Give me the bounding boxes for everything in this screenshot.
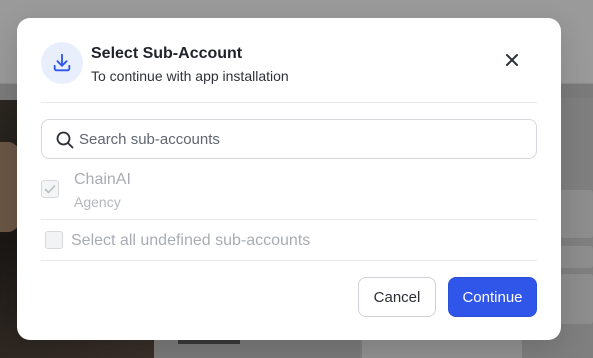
modal-subtitle: To continue with app installation (91, 68, 289, 84)
continue-button[interactable]: Continue (448, 277, 537, 317)
background-card (560, 190, 593, 238)
check-icon (44, 185, 56, 194)
search-input[interactable] (79, 126, 519, 152)
list-divider (41, 219, 537, 220)
modal-title: Select Sub-Account (91, 45, 243, 62)
account-name: ChainAI (74, 171, 131, 188)
header-divider (41, 102, 537, 103)
account-checkbox-chainai[interactable] (41, 180, 59, 198)
download-tray-icon (41, 42, 83, 84)
footer-divider (41, 260, 537, 261)
search-box (41, 119, 537, 159)
select-sub-account-modal: Select Sub-Account To continue with app … (17, 18, 561, 340)
close-button[interactable] (500, 48, 524, 72)
search-icon (55, 130, 75, 150)
background-card (560, 246, 593, 268)
select-all-label: Select all undefined sub-accounts (71, 232, 311, 249)
background-card (560, 274, 593, 324)
cancel-button[interactable]: Cancel (358, 277, 436, 317)
account-type: Agency (74, 194, 121, 210)
select-all-checkbox[interactable] (45, 231, 63, 249)
close-icon (506, 54, 518, 66)
background-strip (362, 338, 522, 358)
